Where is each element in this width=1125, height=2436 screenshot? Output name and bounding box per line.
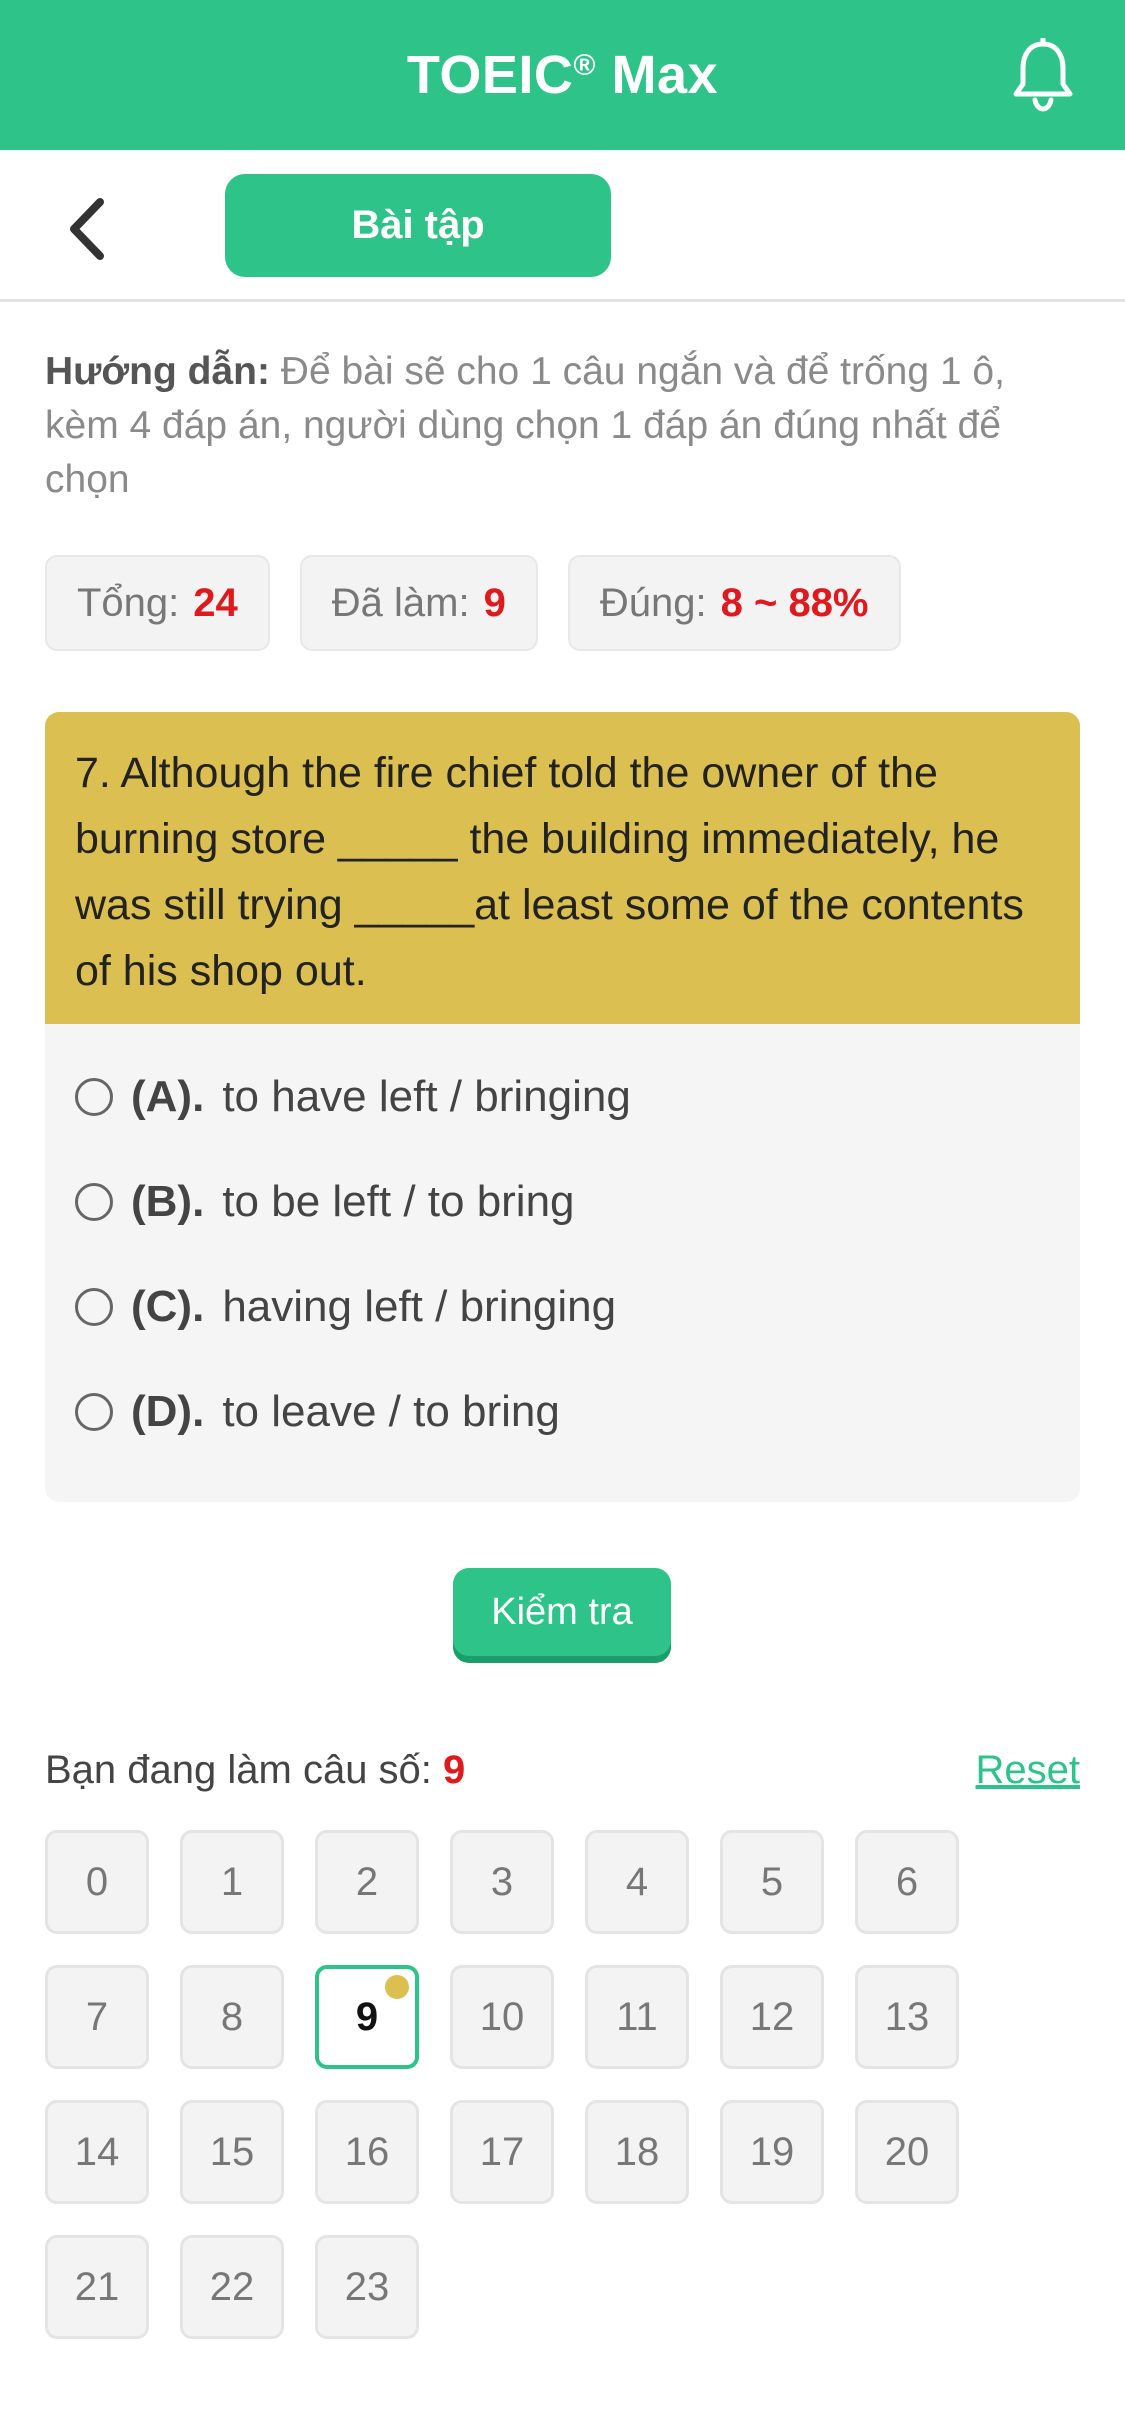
option-text: having left / bringing: [222, 1281, 617, 1331]
question-number-grid: 0 1 2 3 4 5 6 7 8 9 10 11 12 13 14 15 16 17 18 19 20 21 22 23: [45, 1830, 1085, 2339]
question-number-label: 15: [209, 2129, 255, 2174]
stat-total: Tổng: 24: [45, 555, 270, 651]
current-question-label: Bạn đang làm câu số: 9: [45, 1748, 465, 1793]
app-title: TOEIC® Max: [407, 44, 718, 106]
question-number-label: 14: [74, 2129, 120, 2174]
question-number-cell[interactable]: 4: [585, 1830, 689, 1934]
current-question-number: 9: [443, 1748, 466, 1792]
answer-options: (A). to have left / bringing (B). to be …: [45, 1024, 1080, 1464]
question-number-label: 10: [479, 1994, 525, 2039]
instructions: Hướng dẫn: Để bài sẽ cho 1 câu ngắn và đ…: [45, 345, 1085, 507]
question-number-cell[interactable]: 20: [855, 2100, 959, 2204]
question-number-label: 18: [614, 2129, 660, 2174]
question-number-cell[interactable]: 9: [315, 1965, 419, 2069]
question-number-label: 5: [760, 1859, 784, 1904]
question-number-label: 7: [85, 1994, 109, 2039]
question-number-label: 1: [220, 1859, 244, 1904]
stat-total-value: 24: [193, 580, 238, 625]
app-bar: TOEIC® Max: [0, 0, 1125, 150]
question-number-cell[interactable]: 15: [180, 2100, 284, 2204]
question-number-cell[interactable]: 21: [45, 2235, 149, 2339]
radio-icon[interactable]: [75, 1287, 113, 1326]
question-number-label: 13: [884, 1994, 930, 2039]
app-title-text: TOEIC: [406, 45, 574, 105]
status-dot-icon: [385, 1975, 409, 1999]
question-number-cell[interactable]: 2: [315, 1830, 419, 1934]
app-title-mark: ®: [573, 49, 597, 82]
question-number-cell[interactable]: 0: [45, 1830, 149, 1934]
question-number-cell[interactable]: 5: [720, 1830, 824, 1934]
radio-icon[interactable]: [75, 1077, 113, 1116]
question-number-cell[interactable]: 18: [585, 2100, 689, 2204]
question-number-cell[interactable]: 8: [180, 1965, 284, 2069]
question-number-cell[interactable]: 23: [315, 2235, 419, 2339]
stat-done-label: Đã làm:: [331, 580, 470, 625]
question-number-label: 0: [85, 1859, 109, 1904]
current-question-text: Bạn đang làm câu số:: [45, 1748, 432, 1792]
stat-correct: Đúng: 8 ~ 88%: [567, 555, 901, 651]
radio-icon[interactable]: [75, 1182, 113, 1221]
question-number-label: 17: [479, 2129, 525, 2174]
question-card: 7. Although the fire chief told the owne…: [45, 712, 1080, 1502]
question-number-cell[interactable]: 7: [45, 1965, 149, 2069]
question-number-label: 3: [490, 1859, 514, 1904]
option-c[interactable]: (C). having left / bringing: [75, 1254, 1050, 1359]
question-number-label: 9: [355, 1994, 379, 2039]
question-number-label: 11: [616, 1994, 658, 2039]
option-text: to have left / bringing: [222, 1071, 631, 1121]
reset-link[interactable]: Reset: [976, 1748, 1081, 1793]
sub-header: Bài tập: [0, 150, 1125, 302]
question-number-cell[interactable]: 19: [720, 2100, 824, 2204]
question-number-cell[interactable]: 13: [855, 1965, 959, 2069]
question-number-cell[interactable]: 16: [315, 2100, 419, 2204]
stat-correct-label: Đúng:: [599, 580, 707, 625]
question-number-label: 2: [355, 1859, 379, 1904]
option-d[interactable]: (D). to leave / to bring: [75, 1359, 1050, 1464]
question-number-cell[interactable]: 6: [855, 1830, 959, 1934]
bell-icon[interactable]: [1011, 38, 1075, 112]
question-number-label: 21: [74, 2264, 120, 2309]
stats-bar: Tổng: 24 Đã làm: 9 Đúng: 8 ~ 88%: [45, 555, 901, 651]
question-number-label: 20: [884, 2129, 930, 2174]
option-a[interactable]: (A). to have left / bringing: [75, 1044, 1050, 1149]
question-text: 7. Although the fire chief told the owne…: [45, 712, 1080, 1024]
option-b[interactable]: (B). to be left / to bring: [75, 1149, 1050, 1254]
option-text: to be left / to bring: [222, 1176, 575, 1226]
question-number-cell[interactable]: 14: [45, 2100, 149, 2204]
app-title-suffix: Max: [596, 45, 719, 105]
stat-done-value: 9: [483, 580, 506, 625]
back-arrow-icon[interactable]: [62, 194, 112, 264]
question-number-label: 6: [895, 1859, 919, 1904]
instructions-lead: Hướng dẫn:: [45, 350, 270, 393]
stat-total-label: Tổng:: [77, 580, 180, 625]
question-number-cell[interactable]: 22: [180, 2235, 284, 2339]
question-number-cell[interactable]: 10: [450, 1965, 554, 2069]
question-number-label: 22: [209, 2264, 255, 2309]
option-letter: (A).: [131, 1071, 205, 1121]
question-number-cell[interactable]: 11: [585, 1965, 689, 2069]
stat-done: Đã làm: 9: [299, 555, 538, 651]
question-number-label: 4: [625, 1859, 649, 1904]
option-letter: (D).: [131, 1386, 205, 1436]
question-number-label: 12: [749, 1994, 795, 2039]
question-number-cell[interactable]: 3: [450, 1830, 554, 1934]
option-letter: (C).: [131, 1281, 205, 1331]
question-number-label: 16: [344, 2129, 390, 2174]
tab-exercise[interactable]: Bài tập: [225, 174, 611, 277]
check-button[interactable]: Kiểm tra: [453, 1568, 671, 1656]
stat-correct-value: 8 ~ 88%: [720, 580, 869, 625]
radio-icon[interactable]: [75, 1392, 113, 1431]
question-number-cell[interactable]: 1: [180, 1830, 284, 1934]
option-letter: (B).: [131, 1176, 205, 1226]
question-number-cell[interactable]: 12: [720, 1965, 824, 2069]
question-number-label: 8: [220, 1994, 244, 2039]
option-text: to leave / to bring: [222, 1386, 560, 1436]
question-number-label: 19: [749, 2129, 795, 2174]
question-number-cell[interactable]: 17: [450, 2100, 554, 2204]
question-number-label: 23: [344, 2264, 390, 2309]
